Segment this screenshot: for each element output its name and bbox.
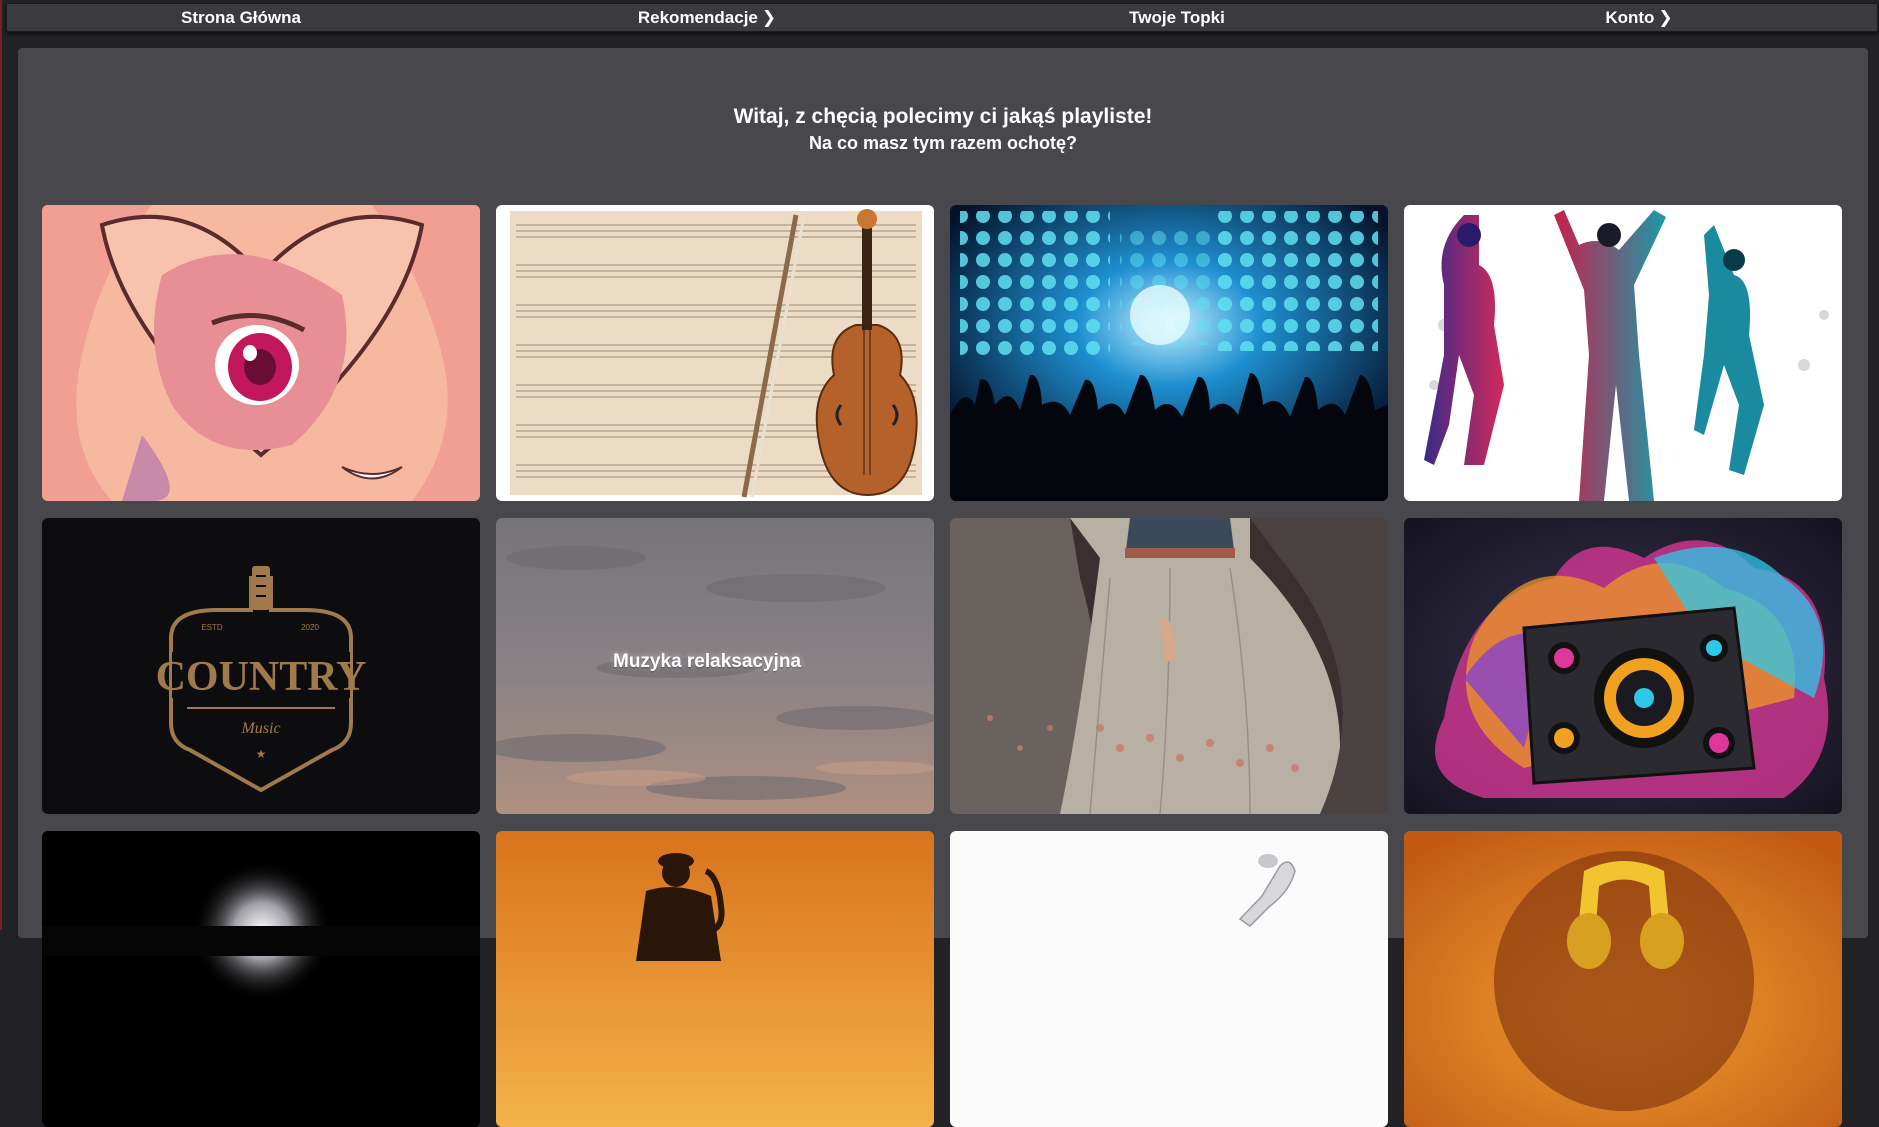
chevron-right-icon: ❯ [1658, 8, 1673, 27]
playlist-tile-classical[interactable] [496, 205, 934, 501]
playlist-tile-folk[interactable] [950, 518, 1388, 814]
playlist-tile-ballet[interactable] [950, 831, 1388, 1127]
playlist-tile-country[interactable]: COUNTRY ESTD 2020 Music ★ [42, 518, 480, 814]
greeting-heading: Witaj, z chęcią polecimy ci jakąś playli… [733, 105, 1153, 128]
dark-stage-image [42, 831, 480, 1127]
nav-recommendations-label: Rekomendacje [637, 8, 758, 27]
svg-text:★: ★ [256, 747, 267, 761]
nav-account-label: Konto [1605, 8, 1655, 27]
anime-heart-hands-image [42, 205, 480, 501]
violin-sheet-music-image [496, 205, 934, 501]
concert-crowd-image [950, 205, 1388, 501]
window-edge [0, 0, 2, 930]
nav-home-label: Strona Główna [181, 8, 301, 27]
top-nav: Strona Główna Rekomendacje ❯ Twoje Topki … [6, 3, 1878, 32]
relax-tile-label: Muzyka relaksacyjna [613, 651, 802, 672]
headphones-afro-image [1404, 831, 1842, 1127]
country-logo-sub: Music [240, 720, 280, 737]
nav-account[interactable]: Konto ❯ [1605, 4, 1672, 31]
playlist-tile-afro[interactable] [1404, 831, 1842, 1127]
nav-top-lists-label: Twoje Topki [1129, 8, 1225, 27]
playlist-tile-speaker[interactable] [1404, 518, 1842, 814]
chevron-right-icon: ❯ [761, 8, 777, 27]
nav-home[interactable]: Strona Główna [181, 4, 301, 31]
dance-silhouettes-image [1404, 205, 1842, 501]
folk-dresses-image [950, 518, 1388, 814]
playlist-tile-relax[interactable]: Muzyka relaksacyjna [496, 518, 934, 814]
playlist-tile-anime[interactable] [42, 205, 480, 501]
playlist-tile-jazz[interactable] [496, 831, 934, 1127]
question-subheading: Na co masz tym razem ochotę? [808, 133, 1078, 153]
country-logo-estd: ESTD [201, 623, 223, 632]
white-dancer-image [950, 831, 1388, 1127]
playlist-tile-concert[interactable] [950, 205, 1388, 501]
playlist-tile-dance[interactable] [1404, 205, 1842, 501]
playlist-tile-stage[interactable] [42, 831, 480, 1127]
country-logo-year: 2020 [301, 623, 319, 632]
country-music-logo-image: COUNTRY ESTD 2020 Music ★ [42, 518, 480, 814]
country-logo-text: COUNTRY [156, 654, 367, 700]
saxophone-sunset-image [496, 831, 934, 1127]
main-panel: Witaj, z chęcią polecimy ci jakąś playli… [18, 48, 1868, 1127]
nav-recommendations[interactable]: Rekomendacje ❯ [638, 4, 776, 31]
speaker-color-splash-image [1404, 518, 1842, 814]
nav-top-lists[interactable]: Twoje Topki [1129, 4, 1225, 31]
